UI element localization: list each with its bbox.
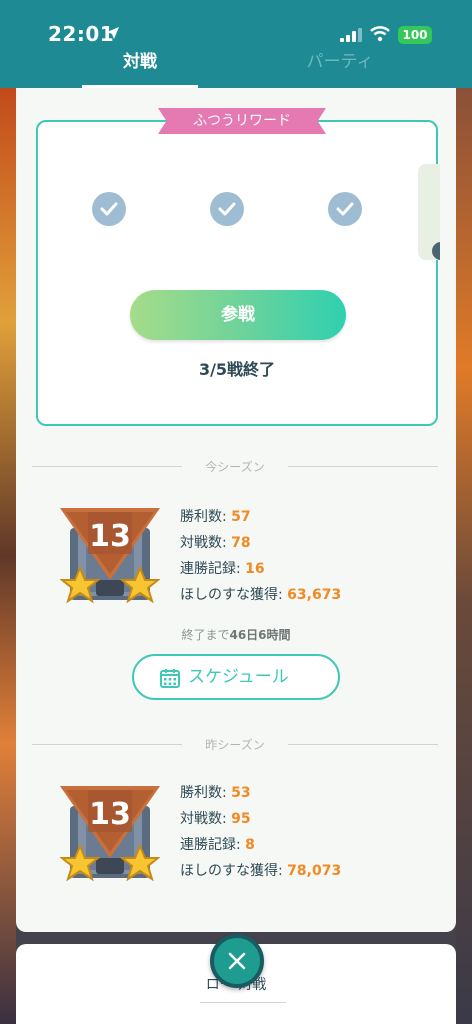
schedule-button-label: スケジュール	[188, 667, 289, 687]
stat-row-battles: 対戦数: 95	[180, 811, 251, 827]
current-season-stats: 勝利数: 57 対戦数: 78 連勝記録: 16 ほしのすな獲得: 63,673	[180, 504, 341, 608]
reward-box: ふつうリワード 参戦 3/5戦終了	[36, 108, 440, 426]
last-season-stats: 勝利数: 53 対戦数: 95 連勝記録: 8 ほしのすな獲得: 78,073	[180, 780, 341, 884]
rank-badge-icon: 13	[60, 786, 160, 882]
join-battle-button[interactable]: 参戦	[130, 290, 346, 340]
stat-row-streak: 連勝記録: 8	[180, 837, 255, 853]
schedule-button[interactable]: スケジュール	[132, 654, 340, 700]
stat-row-streak: 連勝記録: 16	[180, 561, 265, 577]
background-left	[0, 88, 16, 1024]
season-ends-in: 終了まで46日6時間	[181, 628, 291, 642]
battle-progress-text: 3/5戦終了	[198, 360, 276, 379]
bottom-card-underline	[200, 1002, 286, 1003]
check-icon	[92, 192, 126, 226]
wifi-icon	[370, 26, 390, 42]
calendar-icon	[160, 669, 180, 688]
stat-row-wins: 勝利数: 57	[180, 509, 251, 525]
stat-row-stardust: ほしのすな獲得: 63,673	[180, 587, 342, 603]
rank-number: 13	[89, 519, 131, 554]
close-button[interactable]	[210, 934, 264, 988]
rank-number: 13	[89, 797, 131, 832]
tab-party[interactable]: パーティ	[282, 50, 398, 88]
battery-icon: 100	[398, 26, 432, 44]
tab-battle-label: 対戦	[123, 52, 157, 72]
location-arrow-icon	[107, 27, 119, 39]
stat-row-wins: 勝利数: 53	[180, 785, 251, 801]
stat-row-battles: 対戦数: 78	[180, 535, 251, 551]
tab-active-indicator	[82, 85, 198, 88]
close-icon	[228, 952, 246, 970]
current-season-divider: 今シーズン	[32, 458, 438, 474]
tab-battle[interactable]: 対戦	[82, 50, 198, 88]
battle-card: ふつうリワード 参戦 3/5戦終了 今シーズン 13 勝利数: 57 対戦数: …	[16, 88, 456, 932]
last-season-divider: 昨シーズン	[32, 736, 438, 752]
cellular-signal-icon	[340, 28, 362, 42]
background-right	[456, 88, 472, 1024]
status-time: 22:01	[48, 22, 115, 46]
stat-row-stardust: ほしのすな獲得: 78,073	[180, 863, 342, 879]
header: 22:01 100 対戦 パーティ	[0, 0, 472, 88]
reward-knob-icon	[432, 242, 440, 260]
reward-ribbon: ふつうリワード	[158, 108, 326, 134]
rank-badge-icon: 13	[60, 508, 160, 604]
next-reward-preview[interactable]	[418, 164, 440, 260]
check-icon	[210, 192, 244, 226]
check-icon	[328, 192, 362, 226]
status-bar: 22:01 100	[0, 0, 472, 48]
tab-party-label: パーティ	[306, 52, 374, 72]
